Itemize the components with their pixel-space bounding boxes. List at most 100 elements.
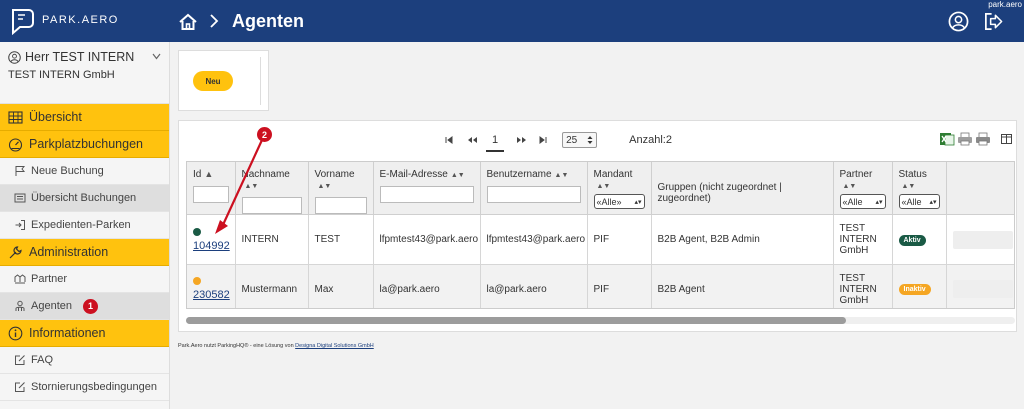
cell-gruppen: B2B Agent	[651, 264, 834, 308]
current-page[interactable]: 1	[485, 134, 505, 152]
column-header-partner[interactable]: Partner▲▼ «Alle ▴▾	[833, 162, 893, 215]
agent-id-link[interactable]: 230582	[193, 289, 230, 301]
cell-status: Aktiv	[892, 214, 947, 265]
scrollbar-thumb[interactable]	[186, 317, 846, 324]
action-toolbar: Neu	[178, 50, 269, 111]
user-profile-icon[interactable]	[948, 11, 969, 32]
filter-partner-select[interactable]: «Alle ▴▾	[839, 194, 886, 209]
page-title: Agenten	[232, 11, 304, 31]
sort-icon[interactable]: ▲▼	[555, 172, 569, 179]
cell-benutzername: lfpmtest43@park.aero	[480, 214, 588, 265]
placeholder-bar	[952, 230, 1013, 249]
list-card-icon	[14, 193, 26, 203]
sort-icon[interactable]: ▲▼	[451, 172, 465, 179]
column-header-vorname[interactable]: Vorname▲▼	[308, 162, 374, 215]
sign-in-icon	[15, 220, 25, 230]
cell-vorname: TEST	[308, 214, 374, 265]
partner-icon	[14, 274, 26, 284]
sidebar-item-uebersicht-buchungen[interactable]: Übersicht Buchungen	[0, 185, 169, 212]
sidebar-item-expedienten-parken[interactable]: Expedienten-Parken	[0, 212, 169, 239]
status-badge: Aktiv	[898, 234, 926, 246]
cell-mandant: PIF	[587, 214, 652, 265]
table-row[interactable]: 230582 Mustermann Max la@park.aero la@pa…	[187, 264, 1014, 308]
page-size-select[interactable]: 25	[562, 132, 598, 148]
table-header-row: Id ▲ Nachname▲▼ Vorname▲▼ E-Mail-Adresse ▲…	[187, 162, 1014, 215]
filter-nachname-input[interactable]	[241, 197, 302, 214]
home-icon[interactable]	[178, 12, 198, 32]
footer-text: Park.Aero nutzt ParkingHQ® - eine Lösung…	[178, 343, 296, 349]
nav-section-parkplatzbuchungen[interactable]: Parkplatzbuchungen	[0, 131, 169, 158]
user-block[interactable]: Herr TEST INTERN TEST INTERN GmbH	[0, 42, 169, 104]
nav-section-informationen[interactable]: Informationen	[0, 320, 169, 347]
agents-panel: 1 25 Anzahl:2 Id ▲ Nachname▲▼ Vorname▲▼ …	[178, 120, 1017, 332]
nav-label: Agenten	[31, 300, 72, 312]
previous-page-icon[interactable]	[466, 135, 478, 145]
column-header-extra	[946, 162, 1014, 215]
export-icons	[939, 131, 991, 147]
footer-link[interactable]: Designa Digital Solutions GmbH	[295, 343, 374, 349]
column-header-email[interactable]: E-Mail-Adresse ▲▼	[373, 162, 481, 215]
cell-nachname: INTERN	[235, 214, 309, 265]
spinner-arrows-icon	[587, 136, 593, 144]
column-header-id[interactable]: Id ▲	[187, 162, 236, 215]
horizontal-scrollbar[interactable]	[186, 317, 1015, 324]
pager: 1 25 Anzahl:2	[444, 130, 672, 152]
user-company: TEST INTERN GmbH	[8, 69, 115, 81]
next-page-icon[interactable]	[516, 135, 528, 145]
filter-email-input[interactable]	[379, 186, 474, 203]
grid-icon	[8, 110, 23, 124]
nav-label: Administration	[29, 245, 109, 259]
agent-id-link[interactable]: 104992	[193, 240, 230, 252]
print-list-icon[interactable]	[957, 131, 973, 147]
excel-export-icon[interactable]	[939, 131, 955, 147]
agent-icon	[15, 300, 25, 311]
sort-icon[interactable]: ▲▼	[843, 183, 857, 190]
sort-icon[interactable]: ▲▼	[245, 183, 259, 190]
column-header-status[interactable]: Status▲▼ «Alle ▴▾	[892, 162, 947, 215]
sidebar-item-faq[interactable]: FAQ	[0, 347, 169, 374]
logout-icon[interactable]	[983, 11, 1004, 32]
cell-partner: TEST INTERN GmbH	[833, 264, 893, 308]
status-dot	[193, 227, 201, 236]
column-header-nachname[interactable]: Nachname▲▼	[235, 162, 309, 215]
status-badge: Inaktiv	[898, 284, 931, 295]
nav-label: Neue Buchung	[31, 165, 104, 177]
corner-label: park.aero	[988, 0, 1022, 9]
nav-section-uebersicht[interactable]: Übersicht	[0, 104, 169, 131]
sidebar: Herr TEST INTERN TEST INTERN GmbH Übersi…	[0, 42, 170, 409]
filter-vorname-input[interactable]	[314, 197, 367, 214]
sidebar-item-partner[interactable]: Partner	[0, 266, 169, 293]
last-page-icon[interactable]	[538, 135, 548, 145]
nav-label: Parkplatzbuchungen	[29, 137, 143, 151]
filter-mandant-select[interactable]: «Alle» ▴▾	[593, 194, 645, 209]
new-button[interactable]: Neu	[193, 71, 233, 91]
nav-label: Übersicht	[29, 110, 82, 124]
cell-email: la@park.aero	[373, 264, 481, 308]
nav-label: FAQ	[31, 354, 54, 366]
nav-section-administration[interactable]: Administration	[0, 239, 169, 266]
sidebar-item-neue-buchung[interactable]: Neue Buchung	[0, 158, 169, 185]
sort-asc-icon[interactable]: ▲	[204, 169, 213, 179]
column-header-benutzername[interactable]: Benutzername ▲▼	[480, 162, 588, 215]
sort-icon[interactable]: ▲▼	[597, 183, 611, 190]
print-icon[interactable]	[975, 131, 991, 147]
filter-benutzername-input[interactable]	[486, 186, 581, 203]
caret-down-icon[interactable]	[152, 53, 161, 60]
park-aero-logo-icon[interactable]	[8, 7, 36, 35]
first-page-icon[interactable]	[444, 135, 454, 145]
agents-table: Id ▲ Nachname▲▼ Vorname▲▼ E-Mail-Adresse ▲…	[187, 162, 1014, 308]
column-header-mandant[interactable]: Mandant▲▼ «Alle» ▴▾	[587, 162, 652, 215]
cell-id: 104992	[187, 214, 236, 265]
sidebar-item-agenten[interactable]: Agenten 1	[0, 293, 169, 320]
column-settings-icon[interactable]	[1001, 134, 1012, 144]
brand-name: PARK.AERO	[42, 14, 119, 26]
filter-status-select[interactable]: «Alle ▴▾	[898, 194, 940, 209]
filter-id-input[interactable]	[193, 186, 229, 203]
sort-icon[interactable]: ▲▼	[318, 183, 332, 190]
sort-icon[interactable]: ▲▼	[902, 183, 916, 190]
sidebar-item-stornierungsbedingungen[interactable]: Stornierungsbedingungen	[0, 374, 169, 401]
table-row[interactable]: 104992 INTERN TEST lfpmtest43@park.aero …	[187, 214, 1014, 265]
agents-table-container: Id ▲ Nachname▲▼ Vorname▲▼ E-Mail-Adresse ▲…	[186, 161, 1015, 309]
column-header-gruppen[interactable]: Gruppen (nicht zugeordnet | zugeordnet)	[651, 162, 834, 215]
footer: Park.Aero nutzt ParkingHQ® - eine Lösung…	[178, 343, 374, 349]
